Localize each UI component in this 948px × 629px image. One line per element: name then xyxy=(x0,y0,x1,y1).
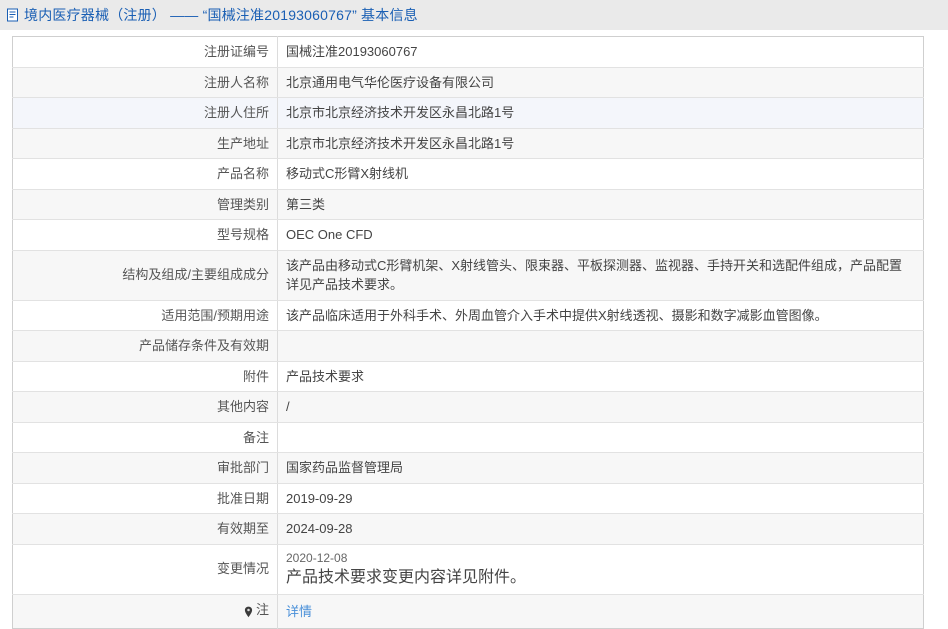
row-label: 注 xyxy=(12,594,278,629)
row-value: OEC One CFD xyxy=(277,219,924,251)
table-row[interactable]: 生产地址 北京市北京经济技术开发区永昌北路1号 xyxy=(12,128,924,159)
row-label: 注册证编号 xyxy=(12,36,278,68)
row-value: 产品技术要求 xyxy=(277,361,924,392)
row-label: 型号规格 xyxy=(12,219,278,251)
row-label: 产品储存条件及有效期 xyxy=(12,330,278,362)
row-value: 第三类 xyxy=(277,189,924,220)
table-row[interactable]: 有效期至 2024-09-28 xyxy=(12,513,924,545)
row-value: 国械注准20193060767 xyxy=(277,36,924,68)
row-label: 注册人住所 xyxy=(12,97,278,129)
row-label: 备注 xyxy=(12,422,278,453)
row-value xyxy=(277,422,924,453)
row-label: 产品名称 xyxy=(12,158,278,190)
row-label: 注册人名称 xyxy=(12,67,278,98)
row-value: 北京通用电气华伦医疗设备有限公司 xyxy=(277,67,924,98)
table-row[interactable]: 结构及组成/主要组成成分 该产品由移动式C形臂机架、X射线管头、限束器、平板探测器… xyxy=(12,250,924,301)
row-label: 有效期至 xyxy=(12,513,278,545)
table-row-note[interactable]: 注 详情 xyxy=(12,594,924,629)
row-value: / xyxy=(277,391,924,423)
row-value xyxy=(277,330,924,362)
table-row[interactable]: 备注 xyxy=(12,422,924,453)
row-label: 审批部门 xyxy=(12,452,278,484)
row-value: 2024-09-28 xyxy=(277,513,924,545)
table-body: 注册证编号 国械注准20193060767 注册人名称 北京通用电气华伦医疗设备有限公… xyxy=(12,36,924,629)
row-value: 北京市北京经济技术开发区永昌北路1号 xyxy=(277,128,924,159)
row-label: 管理类别 xyxy=(12,189,278,220)
change-text: 产品技术要求变更内容详见附件。 xyxy=(286,568,527,586)
info-table-container: 注册证编号 国械注准20193060767 注册人名称 北京通用电气华伦医疗设备有限公… xyxy=(0,30,948,629)
table-row[interactable]: 注册人住所 北京市北京经济技术开发区永昌北路1号 xyxy=(12,97,924,129)
table-row[interactable]: 审批部门 国家药品监督管理局 xyxy=(12,452,924,484)
table-row-change[interactable]: 变更情况 2020-12-08 产品技术要求变更内容详见附件。 xyxy=(12,544,924,595)
page-title: 境内医疗器械（注册） —— “国械注准20193060767” 基本信息 xyxy=(24,7,418,23)
row-label: 适用范围/预期用途 xyxy=(12,300,278,331)
row-value: 该产品临床适用于外科手术、外周血管介入手术中提供X射线透视、摄影和数字减影血管图… xyxy=(277,300,924,331)
page-header: 境内医疗器械（注册） —— “国械注准20193060767” 基本信息 xyxy=(0,0,948,30)
registration-info-table: 注册证编号 国械注准20193060767 注册人名称 北京通用电气华伦医疗设备有限公… xyxy=(12,36,924,629)
detail-link[interactable]: 详情 xyxy=(286,604,312,619)
row-label: 生产地址 xyxy=(12,128,278,159)
note-label-wrapper: 注 xyxy=(243,600,269,620)
table-row[interactable]: 其他内容 / xyxy=(12,391,924,423)
note-label-text: 注 xyxy=(255,601,269,617)
row-value: 2020-12-08 产品技术要求变更内容详见附件。 xyxy=(277,544,924,595)
table-row[interactable]: 产品名称 移动式C形臂X射线机 xyxy=(12,158,924,190)
row-label: 批准日期 xyxy=(12,483,278,514)
row-value: 国家药品监督管理局 xyxy=(277,452,924,484)
table-row[interactable]: 附件 产品技术要求 xyxy=(12,361,924,392)
row-label: 其他内容 xyxy=(12,391,278,423)
row-label: 变更情况 xyxy=(12,544,278,595)
row-value: 移动式C形臂X射线机 xyxy=(277,158,924,190)
row-label: 结构及组成/主要组成成分 xyxy=(12,250,278,301)
table-row[interactable]: 产品储存条件及有效期 xyxy=(12,330,924,362)
row-label: 附件 xyxy=(12,361,278,392)
table-row[interactable]: 型号规格 OEC One CFD xyxy=(12,219,924,251)
row-value: 详情 xyxy=(278,594,924,628)
table-row[interactable]: 批准日期 2019-09-29 xyxy=(12,483,924,514)
document-icon xyxy=(6,8,21,23)
row-value: 2019-09-29 xyxy=(277,483,924,514)
row-value: 北京市北京经济技术开发区永昌北路1号 xyxy=(277,97,924,129)
table-row[interactable]: 适用范围/预期用途 该产品临床适用于外科手术、外周血管介入手术中提供X射线透视、摄… xyxy=(12,300,924,331)
pin-marker-icon xyxy=(243,604,254,617)
row-value: 该产品由移动式C形臂机架、X射线管头、限束器、平板探测器、监视器、手持开关和选配… xyxy=(277,250,924,301)
table-row[interactable]: 注册人名称 北京通用电气华伦医疗设备有限公司 xyxy=(12,67,924,98)
table-row[interactable]: 管理类别 第三类 xyxy=(12,189,924,220)
table-row[interactable]: 注册证编号 国械注准20193060767 xyxy=(12,36,924,68)
